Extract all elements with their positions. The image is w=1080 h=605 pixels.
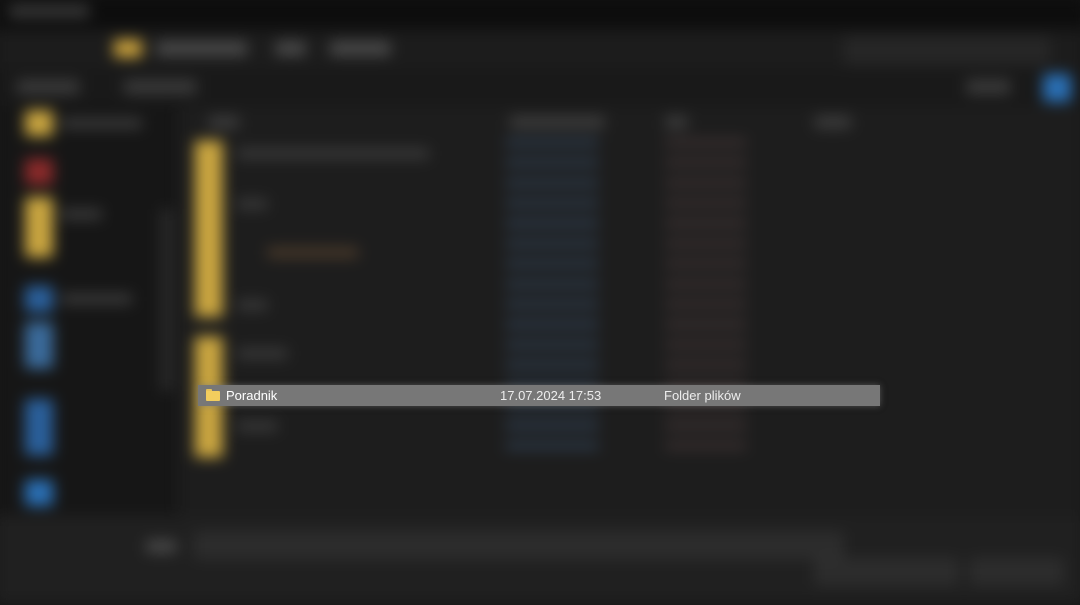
breadcrumb[interactable] — [156, 41, 248, 56]
column-header-size[interactable] — [814, 116, 852, 129]
folder-icon — [194, 140, 223, 318]
row-date-modified: 17.07.2024 17:53 — [500, 388, 602, 403]
column-header-date[interactable] — [509, 116, 605, 129]
folder-icon[interactable] — [24, 158, 54, 185]
drive-icon[interactable] — [24, 398, 54, 456]
folder-icon[interactable] — [24, 196, 54, 258]
pc-icon[interactable] — [24, 322, 54, 369]
filename-label — [146, 540, 177, 553]
blurred-dialog-background — [0, 0, 1080, 605]
column-header-type[interactable] — [665, 116, 688, 129]
new-folder-button[interactable] — [123, 79, 197, 94]
sidebar-scrollbar[interactable] — [160, 209, 173, 391]
folder-icon — [206, 389, 220, 401]
cloud-icon[interactable] — [24, 285, 54, 313]
folder-icon[interactable] — [24, 110, 54, 137]
column-header-name[interactable] — [208, 116, 240, 129]
title-bar — [0, 0, 1080, 30]
row-name: Poradnik — [226, 388, 278, 403]
breadcrumb[interactable] — [275, 41, 306, 56]
help-icon[interactable] — [1042, 73, 1072, 103]
filename-field[interactable] — [194, 532, 843, 559]
view-options-button[interactable] — [966, 79, 1011, 94]
organize-button[interactable] — [16, 79, 80, 94]
breadcrumb[interactable] — [329, 41, 391, 56]
row-type: Folder plików — [664, 388, 741, 403]
network-icon[interactable] — [24, 479, 54, 507]
file-list-pane — [176, 106, 1080, 516]
cancel-button[interactable] — [970, 558, 1064, 585]
search-input[interactable] — [845, 37, 1050, 64]
folder-icon — [113, 39, 143, 58]
select-folder-button[interactable] — [814, 558, 959, 585]
table-row-selected[interactable]: Poradnik 17.07.2024 17:53 Folder plików — [198, 385, 880, 406]
